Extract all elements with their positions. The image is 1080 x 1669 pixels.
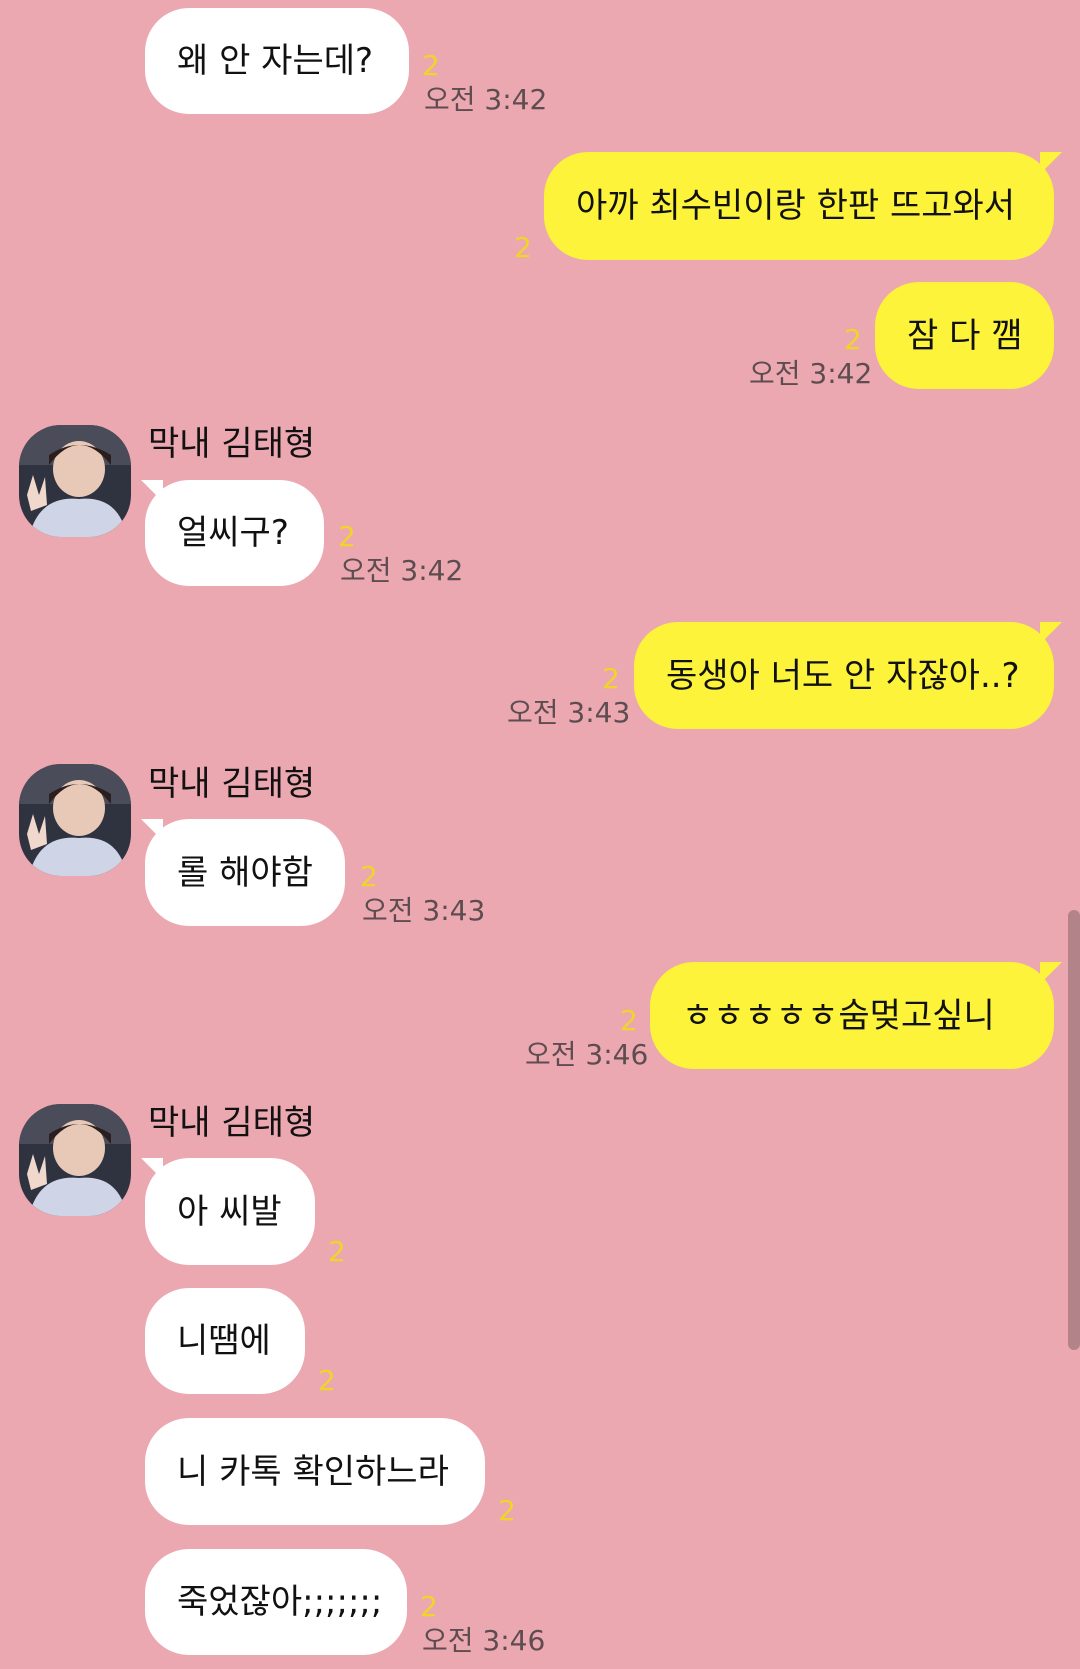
message-time: 오전 3:46 [422,1624,546,1657]
unread-count: 2 [318,1364,336,1397]
outgoing-message-bubble[interactable]: 아까 최수빈이랑 한판 뜨고와서 [544,152,1054,260]
sender-name: 막내 김태형 [148,1103,316,1143]
outgoing-message-bubble[interactable]: ㅎㅎㅎㅎㅎ숨멎고싶니 [650,962,1054,1069]
message-time: 오전 3:42 [340,554,464,587]
sender-avatar[interactable] [19,425,131,537]
unread-count: 2 [844,323,862,356]
message-text: 왜 안 자는데? [177,41,374,81]
bubble-tail [1040,962,1062,984]
message-time: 오전 3:43 [362,894,486,927]
outgoing-message-bubble[interactable]: 동생아 너도 안 자잖아..? [634,622,1054,729]
message-text: 아까 최수빈이랑 한판 뜨고와서 [576,186,1016,226]
message-time: 오전 3:42 [424,83,548,116]
incoming-message-bubble[interactable]: 니땜에 [145,1288,305,1394]
sender-avatar[interactable] [19,764,131,876]
unread-count: 2 [360,860,378,893]
unread-count: 2 [420,1590,438,1623]
message-time: 오전 3:46 [525,1038,649,1071]
sender-avatar[interactable] [19,1104,131,1216]
bubble-tail [1040,622,1062,644]
unread-count: 2 [620,1004,638,1037]
sender-name: 막내 김태형 [148,424,316,464]
message-text: 롤 해야함 [177,852,313,893]
message-text: 니땜에 [177,1321,271,1361]
unread-count: 2 [328,1235,346,1268]
incoming-message-bubble[interactable]: 얼씨구? [145,480,324,586]
bubble-tail [1040,152,1062,174]
unread-count: 2 [498,1494,516,1527]
unread-count: 2 [514,231,532,264]
message-time: 오전 3:43 [507,696,631,729]
incoming-message-bubble[interactable]: 죽었잖아;;;;;;; [145,1549,407,1655]
incoming-message-bubble[interactable]: 아 씨발 [145,1158,315,1265]
message-text: 아 씨발 [177,1191,282,1232]
sender-name: 막내 김태형 [148,764,316,804]
unread-count: 2 [338,520,356,553]
message-time: 오전 3:42 [749,357,873,390]
incoming-message-bubble[interactable]: 니 카톡 확인하느라 [145,1418,485,1525]
message-text: 얼씨구? [177,513,289,553]
message-text: 잠 다 깸 [907,315,1023,356]
unread-count: 2 [422,49,440,82]
message-text: 죽었잖아;;;;;;; [177,1582,383,1622]
message-text: ㅎㅎㅎㅎㅎ숨멎고싶니 [682,995,995,1036]
incoming-message-bubble[interactable]: 왜 안 자는데? [145,8,409,114]
message-text: 동생아 너도 안 자잖아..? [666,655,1020,696]
message-text: 니 카톡 확인하느라 [177,1451,449,1492]
incoming-message-bubble[interactable]: 롤 해야함 [145,819,345,926]
unread-count: 2 [602,662,620,695]
outgoing-message-bubble[interactable]: 잠 다 깸 [875,282,1054,389]
scrollbar[interactable] [1068,910,1080,1350]
